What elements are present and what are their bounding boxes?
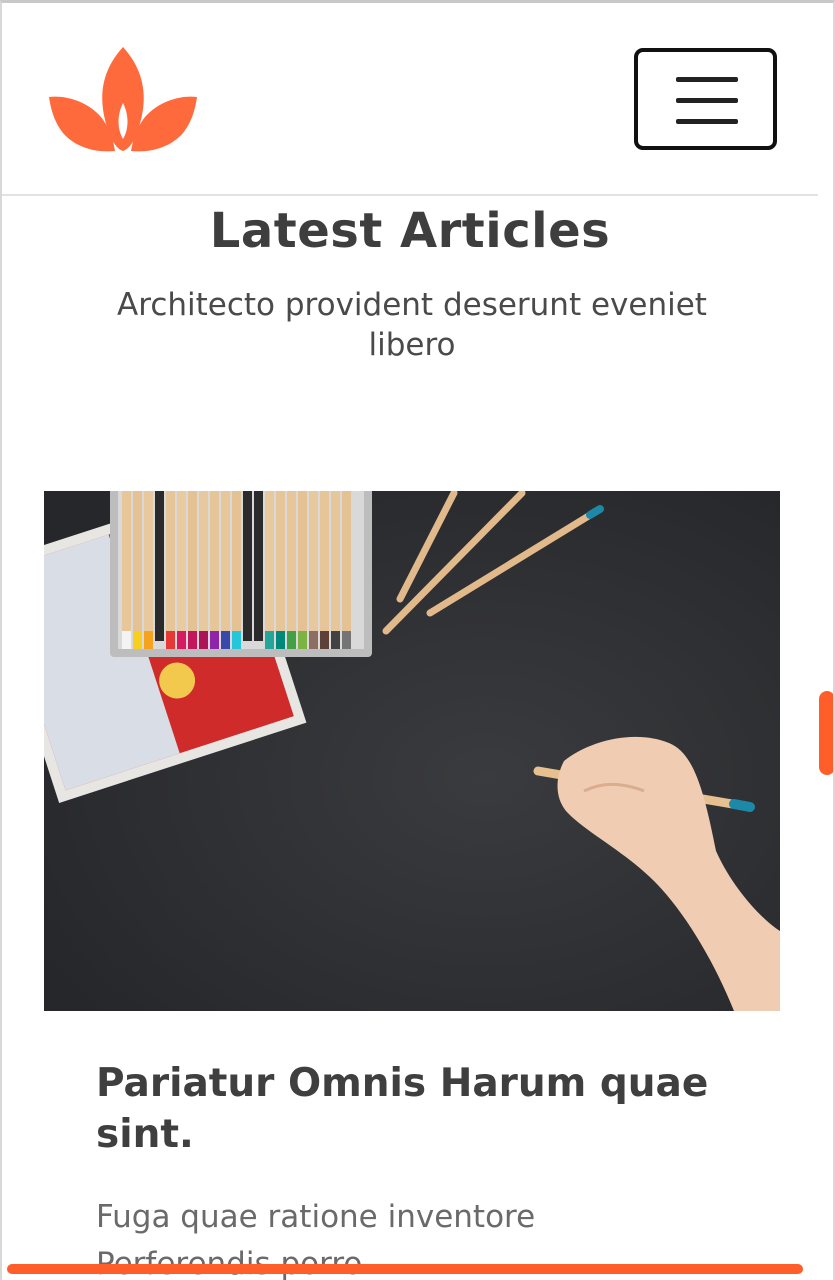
site-header [2, 3, 818, 196]
article-title[interactable]: Pariatur Omnis Harum quae sint. [96, 1058, 716, 1160]
scrollbar-thumb[interactable] [819, 691, 833, 775]
article-image[interactable] [44, 491, 780, 1011]
colored-pencils-photo [44, 491, 780, 1011]
lotus-icon[interactable] [47, 45, 199, 155]
menu-toggle-button[interactable] [634, 48, 777, 150]
section-title: Latest Articles [209, 203, 611, 259]
horizontal-scrollbar[interactable] [7, 1264, 803, 1274]
section-subtitle: Architecto provident deserunt eveniet li… [117, 287, 707, 363]
browser-viewport: Latest Articles Architecto provident des… [0, 0, 835, 1280]
